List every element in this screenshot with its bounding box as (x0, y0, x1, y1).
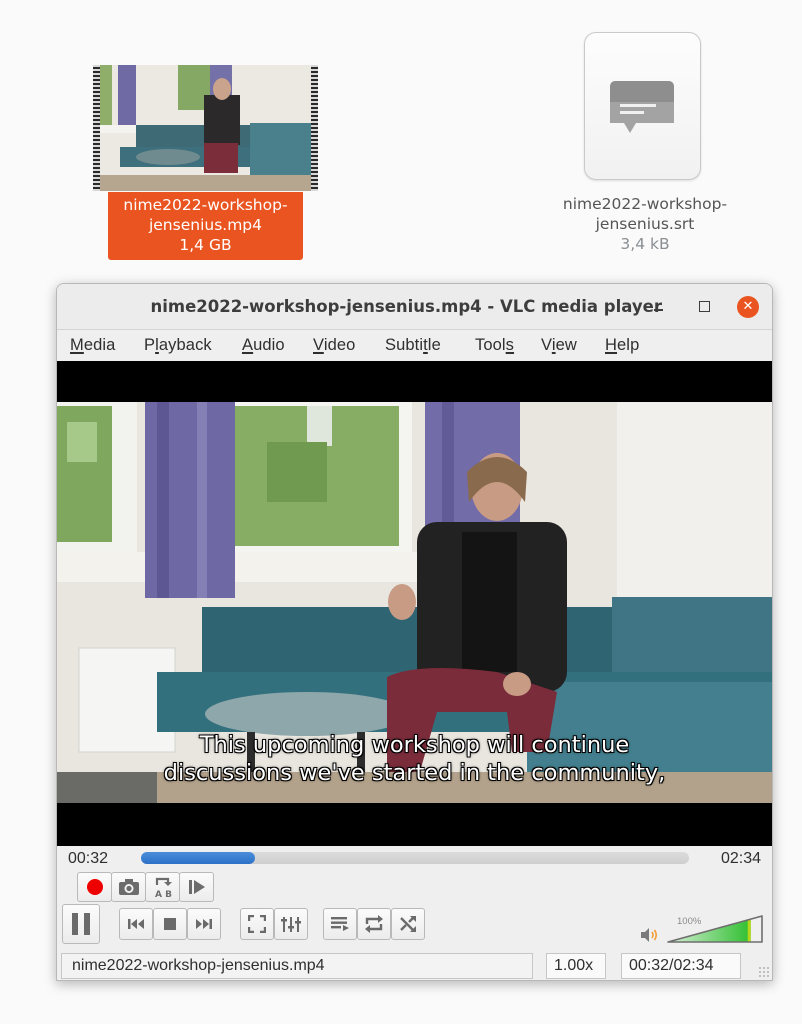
status-time[interactable]: 00:32/02:34 (621, 953, 741, 979)
film-sprocket-right (311, 65, 318, 191)
stop-icon (164, 918, 176, 930)
resize-grip[interactable] (758, 966, 770, 978)
video-thumbnail (93, 65, 318, 191)
record-button[interactable] (77, 872, 112, 902)
close-button[interactable]: ✕ (737, 296, 759, 318)
pause-button[interactable] (62, 904, 100, 944)
seek-row: 00:32 02:34 (57, 846, 772, 872)
loop-icon (365, 915, 383, 933)
close-icon: ✕ (742, 299, 754, 314)
total-time: 02:34 (720, 850, 761, 867)
stop-button[interactable] (153, 908, 187, 940)
window-title-text: nime2022-workshop-jensenius.mp4 - VLC me… (150, 297, 662, 316)
status-filename: nime2022-workshop-jensenius.mp4 (61, 953, 533, 979)
menu-media[interactable]: Media (70, 336, 115, 355)
previous-icon (128, 919, 144, 929)
menu-tools[interactable]: Tools (475, 336, 514, 355)
file-size: 3,4 kB (620, 235, 670, 253)
pause-icon (72, 913, 90, 935)
thumbnail-frame (100, 65, 311, 191)
video-frame: This upcoming workshop will continue dis… (57, 402, 772, 803)
fullscreen-icon (248, 915, 266, 933)
maximize-button[interactable] (693, 296, 715, 318)
loop-button[interactable] (357, 908, 391, 940)
subtitle-line-2: discussions we've started in the communi… (163, 760, 666, 786)
shuffle-button[interactable] (391, 908, 425, 940)
playlist-button[interactable] (323, 908, 357, 940)
status-bar: nime2022-workshop-jensenius.mp4 1.00x 00… (57, 950, 772, 980)
minimize-button[interactable] (648, 296, 670, 318)
svg-text:A B: A B (155, 890, 172, 898)
seek-progress (141, 852, 255, 864)
file-label-selected: nime2022-workshop- jensenius.mp4 1,4 GB (108, 192, 303, 260)
shuffle-icon (400, 916, 416, 932)
frame-by-frame-button[interactable] (179, 872, 214, 902)
file-size: 1,4 GB (179, 236, 232, 254)
subtitle-overlay: This upcoming workshop will continue dis… (57, 731, 772, 787)
file-label: nime2022-workshop- jensenius.srt 3,4 kB (545, 194, 745, 254)
menu-video[interactable]: Video (313, 336, 355, 355)
file-name-line1: nime2022-workshop- (123, 196, 288, 214)
window-title: nime2022-workshop-jensenius.mp4 - VLC me… (57, 297, 662, 316)
menu-subtitle[interactable]: Subtitle (385, 336, 441, 355)
menu-audio[interactable]: Audio (242, 336, 285, 355)
subtitle-line-1: This upcoming workshop will continue (199, 732, 630, 758)
next-button[interactable] (187, 908, 221, 940)
subtitle-file-icon (584, 32, 701, 180)
title-bar[interactable]: nime2022-workshop-jensenius.mp4 - VLC me… (57, 284, 772, 330)
film-sprocket-left (93, 65, 100, 191)
playlist-icon (331, 917, 349, 931)
file-name-line2: jensenius.mp4 (148, 216, 263, 234)
volume-level (668, 916, 751, 942)
extended-settings-icon (281, 917, 301, 932)
speaker-icon[interactable] (640, 927, 660, 943)
menu-bar: Media Playback Audio Video Subtitle Tool… (57, 330, 772, 361)
extended-settings-button[interactable] (274, 908, 308, 940)
file-name-line1: nime2022-workshop- (562, 195, 728, 213)
video-area[interactable]: This upcoming workshop will continue dis… (57, 361, 772, 846)
speech-bubble-icon (610, 81, 674, 133)
ab-loop-icon: A B (155, 877, 172, 898)
menu-help[interactable]: Help (605, 336, 639, 355)
menu-view[interactable]: View (541, 336, 577, 355)
vlc-window: nime2022-workshop-jensenius.mp4 - VLC me… (56, 283, 773, 981)
previous-button[interactable] (119, 908, 153, 940)
ab-loop-button[interactable]: A B (145, 872, 180, 902)
seek-slider[interactable] (141, 852, 689, 864)
snapshot-button[interactable] (111, 872, 146, 902)
menu-playback[interactable]: Playback (144, 336, 212, 355)
playback-rate[interactable]: 1.00x (546, 953, 606, 979)
volume-slider[interactable] (666, 914, 764, 944)
next-icon (196, 919, 212, 929)
frame-by-frame-icon (188, 880, 205, 894)
elapsed-time: 00:32 (68, 850, 109, 867)
snapshot-icon (118, 879, 139, 895)
fullscreen-button[interactable] (240, 908, 274, 940)
volume-control: 100% (640, 912, 765, 946)
record-icon (86, 879, 103, 895)
file-name-line2: jensenius.srt (595, 215, 695, 233)
